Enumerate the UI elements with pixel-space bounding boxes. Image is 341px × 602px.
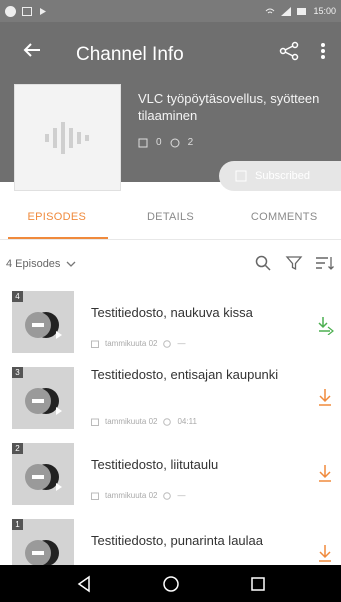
download-icon[interactable]	[316, 463, 334, 483]
system-nav-bar	[0, 565, 341, 602]
status-left	[5, 5, 48, 17]
chevron-down-icon	[66, 261, 76, 267]
clock-icon	[163, 417, 172, 426]
episode-title: Testitiedosto, punarinta laulaa	[91, 533, 264, 548]
episode-duration: —	[177, 339, 186, 348]
list-item[interactable]: 4 Testitiedosto, naukuva kissa tammikuut…	[0, 283, 341, 359]
download-icon[interactable]	[316, 387, 334, 407]
episode-title: Testitiedosto, naukuva kissa	[91, 305, 253, 320]
download-icon[interactable]	[316, 543, 334, 563]
more-vert-icon[interactable]	[316, 40, 330, 62]
tab-details[interactable]: DETAILS	[114, 195, 228, 239]
tabs-divider	[0, 239, 341, 240]
back-arrow-icon[interactable]	[20, 38, 44, 62]
list-item[interactable]: 2 Testitiedosto, liitutaulu tammikuuta 0…	[0, 435, 341, 511]
episode-thumbnail[interactable]: 4	[12, 291, 74, 353]
clock-icon	[163, 339, 172, 348]
episode-meta: tammikuuta 02 —	[91, 491, 185, 500]
subscribed-check-icon	[235, 170, 247, 182]
audio-waveform-icon	[44, 121, 89, 154]
download-done-icon[interactable]	[316, 315, 334, 335]
page-title: Channel Info	[76, 44, 184, 65]
status-bar: 15:00	[0, 0, 341, 22]
subscribed-label: Subscribed	[255, 170, 311, 182]
play-notification-icon	[40, 7, 46, 15]
episode-title: Testitiedosto, liitutaulu	[91, 457, 219, 472]
episode-thumbnail[interactable]: 3	[12, 367, 74, 429]
episodes-count-label: 4 Episodes	[6, 258, 61, 270]
episodes-dropdown[interactable]: 4 Episodes	[6, 258, 76, 270]
list-item[interactable]: 1 Testitiedosto, punarinta laulaa	[0, 511, 341, 565]
episodes-count-icon	[138, 138, 148, 147]
image-notification-icon	[22, 6, 32, 16]
channel-meta: 0 2	[138, 137, 193, 148]
share-icon[interactable]	[278, 40, 300, 62]
search-icon[interactable]	[254, 254, 272, 272]
episode-number-badge: 3	[12, 367, 23, 378]
episode-meta: tammikuuta 02 —	[91, 339, 185, 348]
clock-icon	[163, 491, 172, 500]
episode-thumbnail[interactable]: 2	[12, 443, 74, 505]
wifi-icon	[266, 8, 275, 13]
tab-comments[interactable]: COMMENTS	[227, 195, 341, 239]
episode-thumbnail[interactable]: 1	[12, 519, 74, 565]
other-count: 2	[187, 137, 194, 148]
episode-date: tammikuuta 02	[105, 417, 158, 426]
episode-duration: —	[177, 491, 186, 500]
filter-icon[interactable]	[285, 254, 303, 272]
signal-icon	[281, 6, 292, 16]
calendar-icon	[91, 492, 99, 500]
episode-meta: tammikuuta 02 04:11	[91, 417, 197, 426]
nav-home-icon[interactable]	[161, 574, 181, 594]
episode-count: 0	[156, 137, 162, 148]
list-item[interactable]: 3 Testitiedosto, entisajan kaupunki tamm…	[0, 359, 341, 435]
episode-list: 4 Testitiedosto, naukuva kissa tammikuut…	[0, 283, 341, 565]
episode-date: tammikuuta 02	[105, 491, 158, 500]
tab-bar: EPISODES DETAILS COMMENTS	[0, 195, 341, 239]
status-right: 15:00	[265, 6, 336, 16]
episode-date: tammikuuta 02	[105, 339, 158, 348]
calendar-icon	[91, 418, 99, 426]
nav-recents-icon[interactable]	[248, 574, 268, 594]
sort-icon[interactable]	[314, 254, 334, 272]
battery-icon	[297, 7, 307, 15]
tab-episodes[interactable]: EPISODES	[0, 195, 114, 239]
nav-back-icon[interactable]	[74, 574, 94, 594]
episode-number-badge: 4	[12, 291, 23, 302]
episode-number-badge: 2	[12, 443, 23, 454]
channel-name: VLC työpöytäsovellus, syötteen tilaamine…	[138, 91, 320, 123]
episode-number-badge: 1	[12, 519, 23, 530]
subscribers-icon	[170, 138, 180, 147]
episode-title: Testitiedosto, entisajan kaupunki	[91, 367, 279, 382]
podcast-cover-image	[14, 84, 121, 191]
subscribed-button[interactable]: Subscribed	[219, 161, 341, 191]
notification-icon	[5, 5, 16, 17]
calendar-icon	[91, 340, 99, 348]
episode-duration: 04:11	[177, 417, 197, 426]
status-time: 15:00	[313, 6, 336, 16]
